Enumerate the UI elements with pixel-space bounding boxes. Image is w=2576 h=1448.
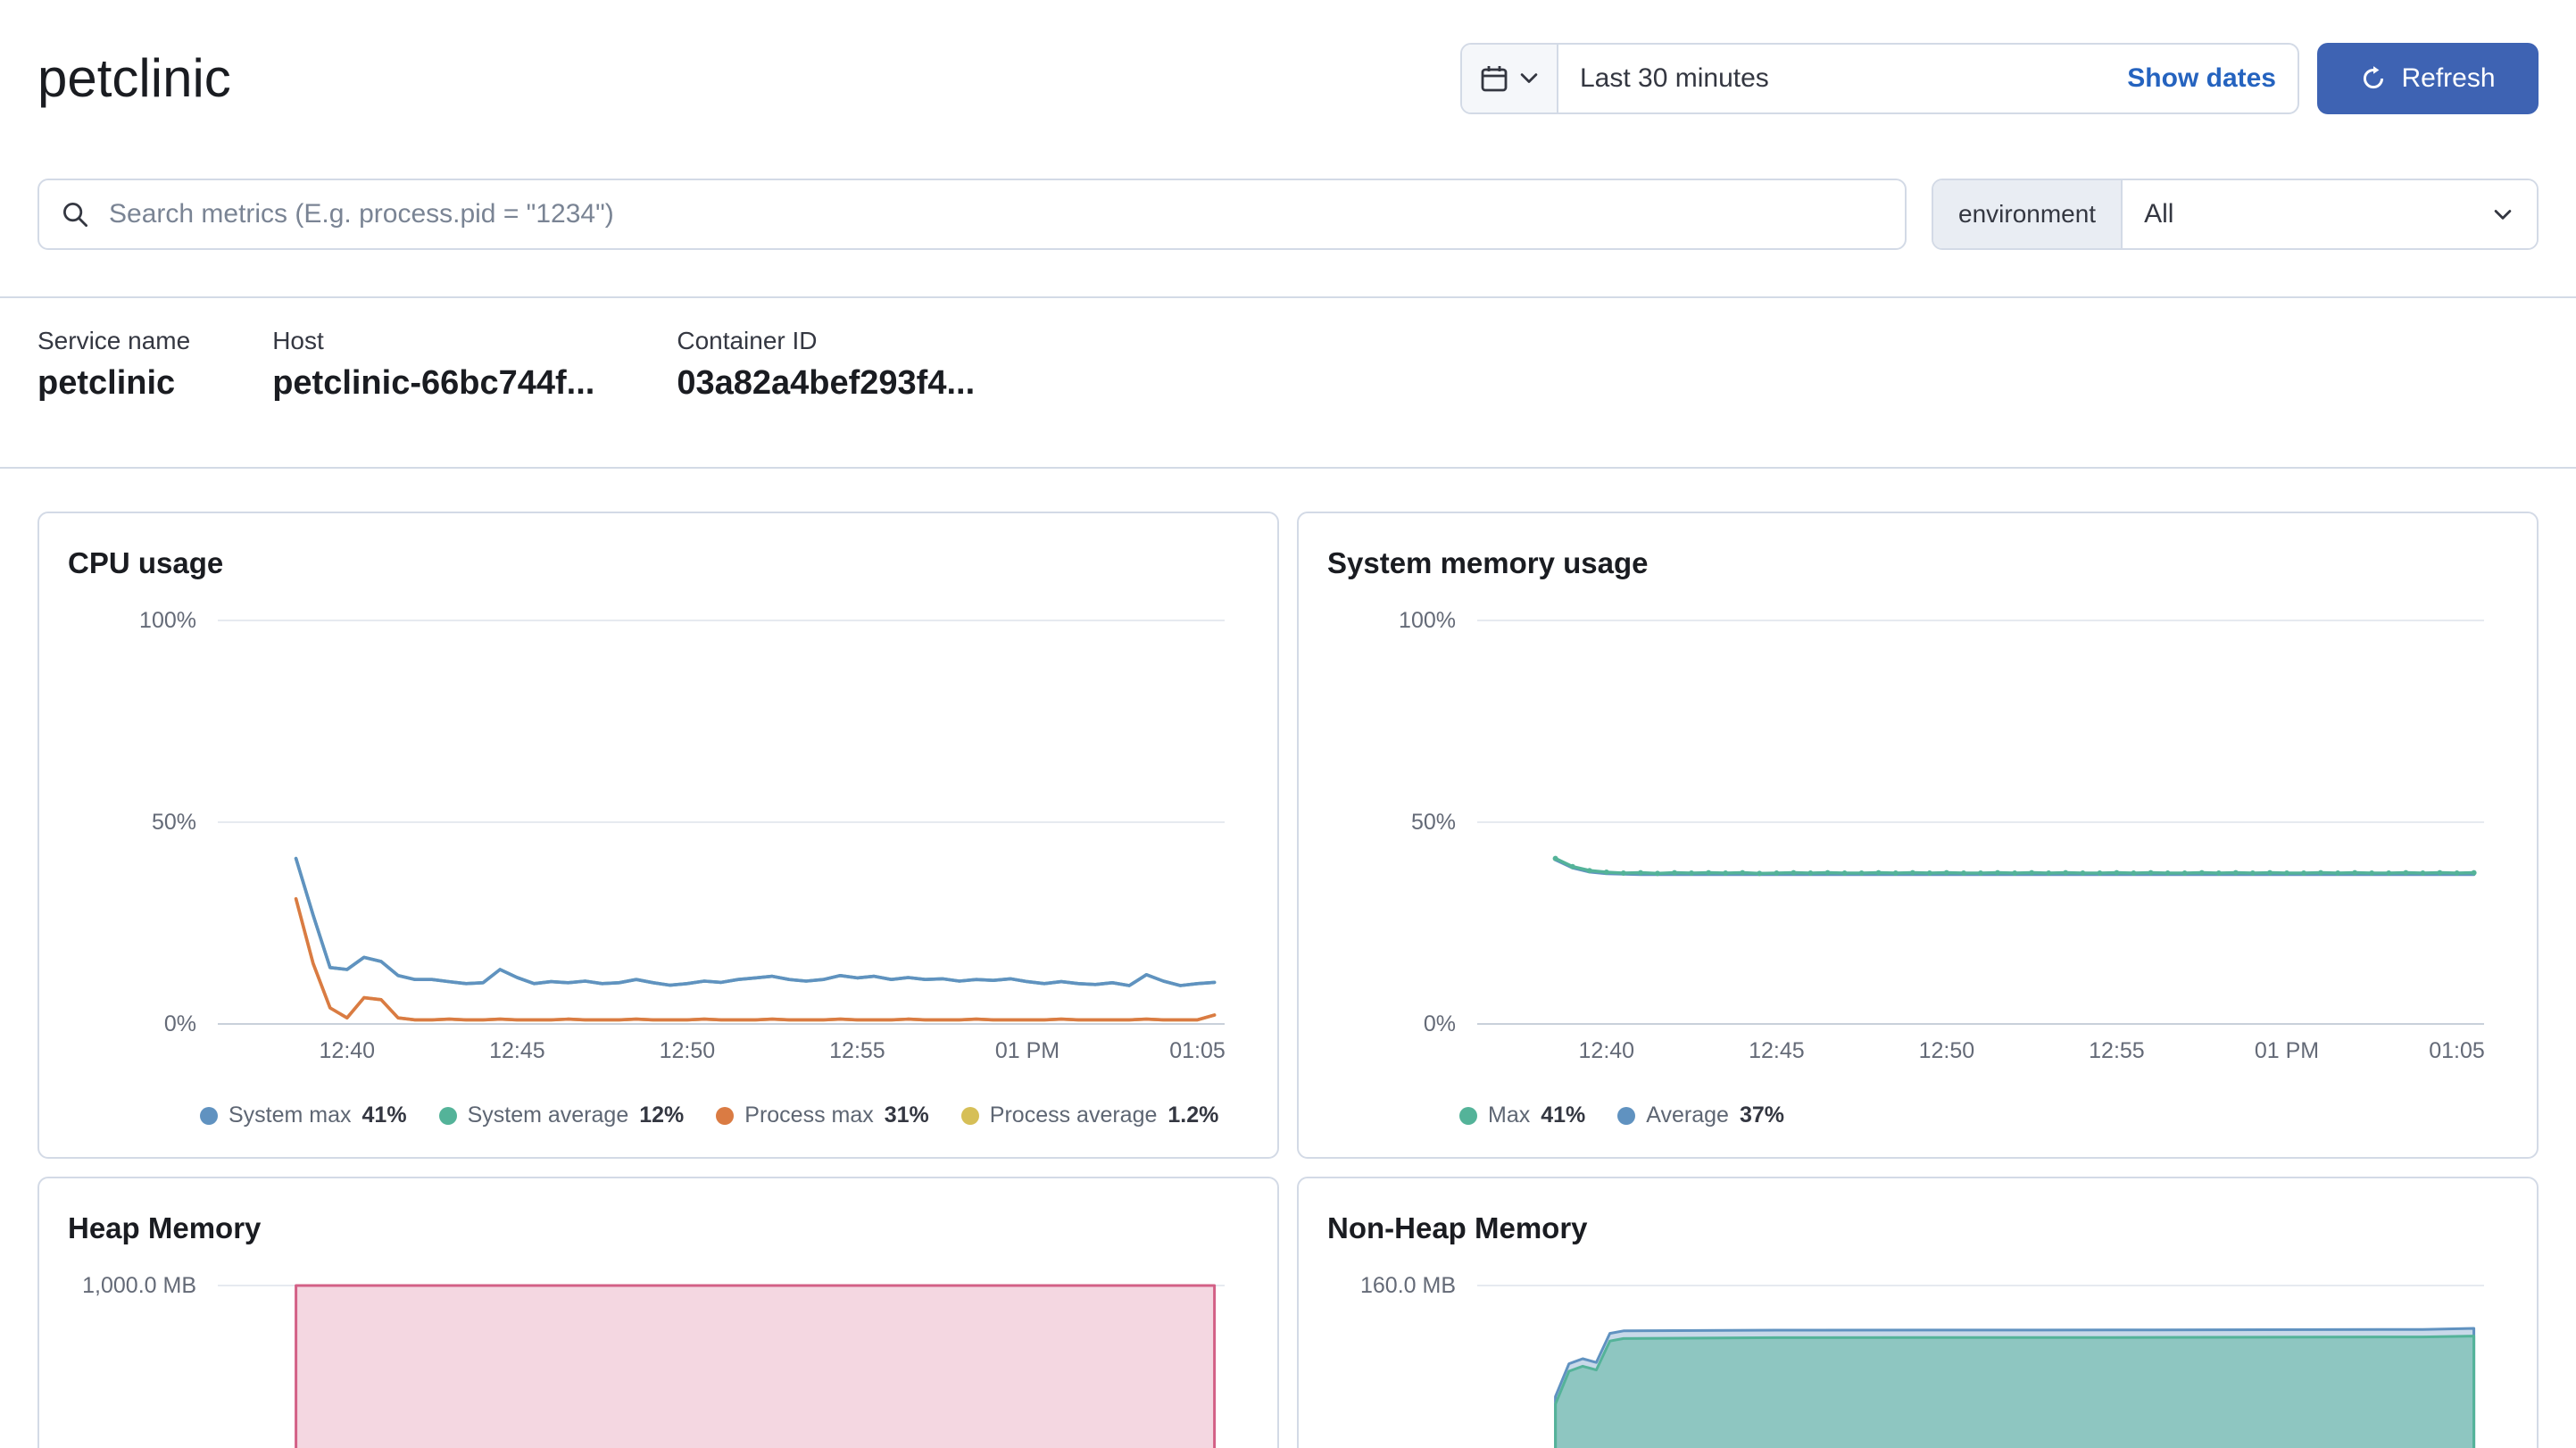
svg-text:01:05: 01:05 [2429, 1038, 2485, 1063]
legend-value: 12% [639, 1103, 685, 1128]
meta-service-name: Service name petclinic [37, 327, 190, 403]
svg-text:12:50: 12:50 [1919, 1038, 1975, 1063]
charts-grid: CPU usage 100% 50% 0% 12:40 12:45 12:50 12:55 0… [0, 469, 2576, 1448]
panel-title: System memory usage [1327, 546, 1649, 579]
environment-filter[interactable]: environment All [1932, 179, 2539, 250]
cpu-usage-chart[interactable]: 100% 50% 0% 12:40 12:45 12:50 12:55 01 PM 01:05 [68, 606, 1249, 1078]
environment-select[interactable]: All [2123, 180, 2537, 248]
legend-value: 41% [361, 1103, 407, 1128]
system-memory-chart[interactable]: 100% 50% 0% 12:40 12:45 12:50 12:55 01 PM 01:05 [1327, 606, 2508, 1078]
legend-item[interactable]: System max 41% [200, 1103, 407, 1128]
time-range-value[interactable]: Last 30 minutes [1558, 63, 2106, 94]
legend-item[interactable]: Process average 1.2% [960, 1103, 1219, 1128]
cpu-usage-panel: CPU usage 100% 50% 0% 12:40 12:45 12:50 12:55 0… [37, 512, 1279, 1159]
apm-service-metrics-page: petclinic Last 30 minutes Show dates Ref… [0, 0, 2576, 1448]
search-and-filter-row: environment All [0, 132, 2576, 250]
metrics-search-box[interactable] [37, 179, 1907, 250]
legend-value: 1.2% [1168, 1103, 1219, 1128]
legend-label: System average [467, 1103, 629, 1128]
meta-value: 03a82a4bef293f4... [677, 364, 976, 402]
svg-text:1,000.0 MB: 1,000.0 MB [82, 1273, 196, 1298]
panel-title: CPU usage [68, 546, 224, 579]
legend-label: System max [229, 1103, 352, 1128]
non-heap-memory-chart[interactable]: 160.0 MB80.0 MB12:4012:4512:5012:5501 PM… [1327, 1271, 2508, 1448]
heap-memory-chart[interactable]: 1,000.0 MB500.0 MB12:4012:4512:5012:5501… [68, 1271, 1249, 1448]
meta-label: Service name [37, 327, 191, 354]
svg-text:0%: 0% [164, 1011, 196, 1036]
legend-dot [1617, 1106, 1636, 1125]
service-name-title: petclinic [37, 48, 231, 108]
svg-text:160.0 MB: 160.0 MB [1360, 1273, 1456, 1298]
time-controls: Last 30 minutes Show dates Refresh [1460, 43, 2539, 114]
svg-text:12:55: 12:55 [2089, 1038, 2145, 1063]
legend-item[interactable]: Average 37% [1617, 1103, 1784, 1128]
svg-text:01 PM: 01 PM [995, 1038, 1059, 1063]
legend-item[interactable]: Process max 31% [716, 1103, 929, 1128]
non-heap-memory-panel: Non-Heap Memory 160.0 MB80.0 MB12:4012:4… [1297, 1177, 2539, 1448]
heap-memory-panel: Heap Memory 1,000.0 MB500.0 MB12:4012:45… [37, 1177, 1279, 1448]
meta-host: Host petclinic-66bc744f... [272, 327, 594, 403]
refresh-button[interactable]: Refresh [2317, 43, 2539, 114]
svg-text:01 PM: 01 PM [2255, 1038, 2319, 1063]
legend-label: Process average [989, 1103, 1158, 1128]
metrics-search-input[interactable] [105, 197, 1883, 231]
svg-text:100%: 100% [139, 608, 196, 633]
environment-selected-value: All [2144, 199, 2174, 229]
chevron-down-icon [1519, 72, 1539, 85]
legend-item[interactable]: Max 41% [1459, 1103, 1585, 1128]
cpu-usage-legend: System max 41% System average 12% Process ma… [200, 1103, 1249, 1128]
show-dates-link[interactable]: Show dates [2106, 63, 2298, 94]
date-picker[interactable]: Last 30 minutes Show dates [1460, 43, 2299, 114]
page-header: petclinic Last 30 minutes Show dates Ref… [0, 0, 2576, 132]
legend-dot [200, 1106, 218, 1125]
meta-label: Host [272, 327, 324, 354]
legend-value: 37% [1739, 1103, 1784, 1128]
meta-value: petclinic [37, 364, 176, 402]
svg-text:01:05: 01:05 [1169, 1038, 1226, 1063]
svg-text:0%: 0% [1424, 1011, 1456, 1036]
legend-value: 31% [884, 1103, 929, 1128]
panel-title: Non-Heap Memory [1327, 1211, 1588, 1244]
svg-text:50%: 50% [152, 810, 196, 835]
svg-text:50%: 50% [1411, 810, 1456, 835]
svg-text:12:50: 12:50 [660, 1038, 716, 1063]
panel-title: Heap Memory [68, 1211, 262, 1244]
legend-label: Process max [744, 1103, 874, 1128]
legend-dot [960, 1106, 979, 1125]
svg-text:12:40: 12:40 [1579, 1038, 1635, 1063]
chevron-down-icon [2490, 202, 2515, 227]
legend-value: 41% [1541, 1103, 1586, 1128]
system-memory-legend: Max 41% Average 37% [1459, 1103, 2508, 1128]
meta-container-id: Container ID 03a82a4bef293f4... [677, 327, 975, 403]
meta-value: petclinic-66bc744f... [272, 364, 595, 402]
legend-label: Average [1646, 1103, 1729, 1128]
svg-text:12:40: 12:40 [320, 1038, 376, 1063]
meta-label: Container ID [677, 327, 818, 354]
svg-text:12:55: 12:55 [829, 1038, 885, 1063]
calendar-icon [1480, 64, 1508, 93]
environment-filter-label: environment [1933, 180, 2123, 248]
quick-select-button[interactable] [1462, 45, 1558, 112]
system-memory-panel: System memory usage 100% 50% 0% 12:40 12:45 1… [1297, 512, 2539, 1159]
search-icon [61, 200, 89, 229]
svg-text:12:45: 12:45 [1749, 1038, 1805, 1063]
svg-text:12:45: 12:45 [489, 1038, 545, 1063]
service-metadata: Service name petclinic Host petclinic-66… [0, 298, 2576, 467]
legend-dot [438, 1106, 457, 1125]
refresh-icon [2360, 65, 2387, 92]
legend-label: Max [1488, 1103, 1531, 1128]
refresh-label: Refresh [2401, 63, 2496, 93]
legend-dot [716, 1106, 735, 1125]
svg-text:100%: 100% [1399, 608, 1456, 633]
legend-dot [1459, 1106, 1477, 1125]
legend-item[interactable]: System average 12% [438, 1103, 685, 1128]
